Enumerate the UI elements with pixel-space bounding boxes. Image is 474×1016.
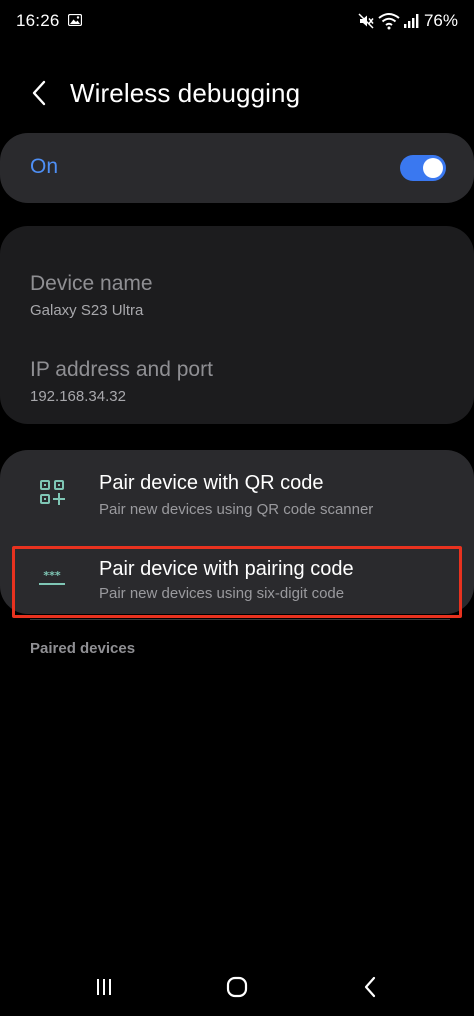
nav-back-button[interactable] <box>350 972 390 1002</box>
home-button[interactable] <box>217 972 257 1002</box>
back-icon <box>364 976 376 998</box>
toggle-label: On <box>30 155 59 178</box>
mute-icon <box>358 13 374 29</box>
section-divider <box>30 619 450 620</box>
ip-address-value: 192.168.34.32 <box>30 388 126 405</box>
pair-with-qr-code-item[interactable]: Pair device with QR code Pair new device… <box>0 454 474 534</box>
qr-pair-subtitle: Pair new devices using QR code scanner <box>99 501 374 518</box>
battery-level: 76% <box>423 11 458 30</box>
wifi-icon <box>378 13 400 30</box>
status-bar: 16:26 76% <box>0 0 474 42</box>
recents-button[interactable] <box>84 972 124 1002</box>
wireless-debugging-switch[interactable] <box>400 155 446 181</box>
switch-knob <box>423 158 443 178</box>
qr-pair-title: Pair device with QR code <box>99 472 324 494</box>
recents-icon <box>97 979 111 995</box>
status-icons: 76% <box>357 10 458 32</box>
ip-address-item: IP address and port 192.168.34.32 <box>30 358 213 405</box>
gallery-notification-icon <box>68 14 82 26</box>
wireless-debugging-toggle-row[interactable]: On <box>0 133 474 203</box>
paired-devices-header: Paired devices <box>30 640 136 657</box>
device-info-card: Device name Galaxy S23 Ultra IP address … <box>0 226 474 424</box>
device-name-item: Device name Galaxy S23 Ultra <box>30 272 153 319</box>
qr-code-icon <box>40 480 65 505</box>
chevron-left-icon <box>32 80 46 106</box>
device-name-label: Device name <box>30 272 153 295</box>
ip-address-label: IP address and port <box>30 358 213 381</box>
home-icon <box>226 976 248 998</box>
navigation-bar <box>0 960 474 1016</box>
page-title: Wireless debugging <box>70 78 301 108</box>
back-button[interactable] <box>22 76 56 110</box>
device-name-value: Galaxy S23 Ultra <box>30 302 144 319</box>
status-time: 16:26 <box>16 11 60 30</box>
app-header: Wireless debugging <box>0 62 474 124</box>
highlight-annotation <box>12 546 462 618</box>
signal-icon <box>403 14 419 28</box>
